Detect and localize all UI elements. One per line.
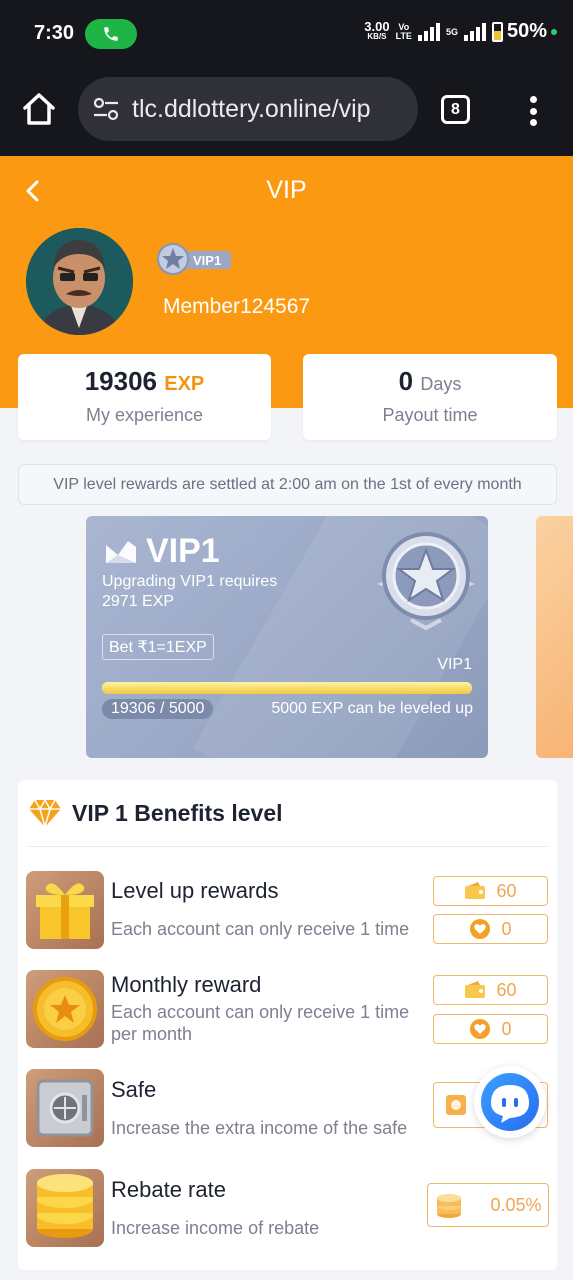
vip-requirement: Upgrading VIP1 requires 2971 EXP: [102, 573, 278, 610]
vip-card-level: VIP1: [437, 656, 472, 673]
avatar[interactable]: [26, 228, 133, 335]
bet-rule-tag: Bet ₹1=1EXP: [102, 634, 214, 660]
payout-card: 0 Days Payout time: [303, 354, 557, 440]
payout-value: 0: [398, 366, 414, 396]
benefit-safe: Safe Increase the extra income of the sa…: [26, 1069, 551, 1147]
support-chat-button[interactable]: [474, 1066, 546, 1138]
volte-indicator: Vo LTE: [395, 21, 412, 41]
benefits-panel: VIP 1 Benefits level Level up rewards Ea…: [18, 780, 557, 1270]
benefit-desc: Increase income of rebate: [111, 1218, 320, 1238]
battery-indicator: 50%: [491, 20, 557, 43]
chat-bot-icon: [481, 1073, 539, 1131]
svg-text:VIP1: VIP1: [193, 253, 221, 268]
5g-label: 5G: [445, 26, 458, 37]
avatar-portrait-icon: [26, 228, 133, 335]
coin-stack-icon: [26, 1169, 104, 1247]
browser-toolbar: tlc.ddlottery.online/vip 8: [0, 68, 573, 156]
experience-value: 19306: [84, 366, 158, 396]
vip-progress-fill: [102, 682, 472, 694]
benefits-title: VIP 1 Benefits level: [72, 799, 283, 826]
url-bar[interactable]: tlc.ddlottery.online/vip: [78, 77, 418, 141]
battery-icon: [491, 21, 503, 42]
payout-unit: Days: [420, 374, 462, 394]
benefit-name: Safe: [111, 1077, 157, 1102]
tab-switcher-button[interactable]: 8: [441, 95, 470, 124]
vip-star-emblem-icon: [377, 532, 475, 631]
rebate-rate-pill: 0.05%: [427, 1183, 549, 1227]
experience-card: 19306 EXP My experience: [18, 354, 271, 440]
active-dot-icon: [551, 28, 557, 35]
benefit-name: Rebate rate: [111, 1177, 226, 1202]
member-name: Member124567: [163, 295, 311, 318]
wallet-icon: [465, 882, 486, 899]
experience-unit: EXP: [164, 373, 205, 395]
status-bar: 7:30 3.00 KB/S Vo LTE 5G 50%: [0, 0, 573, 68]
vip-progress-text: 19306 / 5000: [102, 699, 214, 719]
benefit-rebate: Rebate rate Increase income of rebate 0.…: [26, 1169, 551, 1247]
wallet-reward-pill: 60: [433, 975, 548, 1005]
star-coin-icon: [26, 970, 104, 1048]
page-title: VIP: [266, 176, 307, 204]
safe-icon: [26, 1069, 104, 1147]
diamond-icon: [29, 798, 61, 828]
call-indicator[interactable]: [85, 19, 137, 49]
signal-icon: [417, 22, 440, 41]
status-icons: 3.00 KB/S Vo LTE 5G 50%: [364, 20, 557, 43]
vip-leveled-text: 5000 EXP can be leveled up: [271, 700, 473, 717]
url-text: tlc.ddlottery.online/vip: [132, 94, 371, 123]
benefit-level-up: Level up rewards Each account can only r…: [26, 871, 551, 949]
benefit-monthly: Monthly reward Each account can only rec…: [26, 970, 551, 1048]
vip-badge-icon: VIP1: [157, 243, 231, 275]
crown-icon: [106, 540, 136, 563]
safe-small-icon: [445, 1095, 466, 1115]
vip-card-title: VIP1: [104, 532, 220, 571]
network-speed: 3.00 KB/S: [364, 18, 390, 41]
signal-2-icon: [463, 22, 486, 41]
vip-level-card[interactable]: VIP1 Upgrading VIP1 requires 2971 EXP Be…: [86, 516, 488, 758]
benefits-header: VIP 1 Benefits level: [28, 798, 283, 828]
rewards-notice: VIP level rewards are settled at 2:00 am…: [18, 464, 557, 505]
site-settings-icon[interactable]: [92, 97, 120, 121]
status-time: 7:30: [34, 22, 75, 44]
benefit-name: Level up rewards: [111, 878, 279, 903]
vip-progress-bar: [102, 682, 472, 694]
payout-label: Payout time: [382, 405, 478, 425]
wallet-reward-pill: 60: [433, 876, 548, 906]
benefit-desc: Each account can only receive 1 time: [111, 919, 410, 939]
benefit-desc: Each account can only receive 1 time per…: [111, 1002, 410, 1044]
phone-icon: [104, 27, 118, 41]
coin-reward-pill: 0: [433, 1014, 548, 1044]
heart-coin-icon: [470, 1019, 491, 1039]
divider: [28, 846, 549, 847]
benefit-name: Monthly reward: [111, 972, 262, 997]
browser-menu-icon[interactable]: [528, 96, 538, 126]
coins-icon: [437, 1194, 462, 1218]
heart-coin-icon: [470, 919, 491, 939]
home-icon[interactable]: [20, 90, 58, 128]
wallet-icon: [465, 981, 486, 998]
coin-reward-pill: 0: [433, 914, 548, 944]
gift-icon: [26, 871, 104, 949]
experience-label: My experience: [85, 405, 204, 425]
benefit-desc: Increase the extra income of the safe: [111, 1118, 408, 1138]
next-vip-card[interactable]: [536, 516, 573, 758]
